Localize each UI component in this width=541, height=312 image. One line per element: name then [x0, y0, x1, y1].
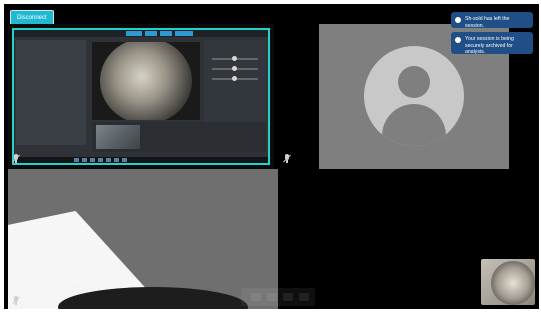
call-controls-dimmed	[241, 288, 315, 306]
taskbar-icon	[74, 158, 79, 162]
notification-archived: Your session is being securely archived …	[451, 32, 533, 55]
muted-mic-icon	[12, 154, 20, 164]
info-dot-icon	[455, 37, 461, 43]
toolbar-tab	[126, 31, 142, 36]
shared-screen-taskbar	[14, 157, 268, 163]
control-button[interactable]	[251, 293, 261, 301]
avatar-head-shape	[398, 66, 430, 98]
taskbar-icon	[98, 158, 103, 162]
taskbar-icon	[106, 158, 111, 162]
shared-screen-bottom-panel	[92, 122, 266, 152]
self-view-thumbnail[interactable]	[481, 259, 535, 305]
mic-stem	[286, 160, 288, 163]
taskbar-icon	[90, 158, 95, 162]
shared-screen-left-panel	[16, 40, 86, 145]
toolbar-tab	[175, 31, 193, 36]
shared-screen	[12, 28, 270, 165]
control-button[interactable]	[267, 293, 277, 301]
notification-text: Your session is being securely archived …	[465, 36, 514, 55]
toolbar-tab	[145, 31, 157, 36]
control-button[interactable]	[283, 293, 293, 301]
shared-screen-camera-view	[92, 42, 200, 120]
video-call-stage: Disconnect Sh-sold has left the session.…	[4, 4, 539, 309]
slider	[212, 76, 258, 81]
notification-left-session: Sh-sold has left the session.	[451, 12, 533, 29]
taskbar-icon	[122, 158, 127, 162]
mic-stem	[15, 302, 17, 305]
shared-screen-right-panel	[204, 40, 266, 135]
mic-stem	[15, 160, 17, 163]
participant-tile-camera[interactable]	[8, 169, 278, 309]
shared-screen-toolbar	[14, 30, 268, 37]
slider	[212, 56, 258, 61]
slider	[212, 66, 258, 71]
info-dot-icon	[455, 17, 461, 23]
avatar-placeholder-icon	[364, 46, 464, 146]
fisheye-view	[100, 42, 192, 120]
avatar-body-shape	[382, 104, 446, 146]
muted-mic-icon	[12, 296, 20, 306]
notification-text: Sh-sold has left the session.	[465, 16, 510, 29]
camera-thumbnail	[96, 125, 140, 149]
toolbar-tab	[160, 31, 172, 36]
taskbar-icon	[114, 158, 119, 162]
muted-mic-icon	[283, 154, 291, 164]
taskbar-icon	[82, 158, 87, 162]
self-view-fisheye	[491, 261, 535, 305]
control-button[interactable]	[299, 293, 309, 301]
